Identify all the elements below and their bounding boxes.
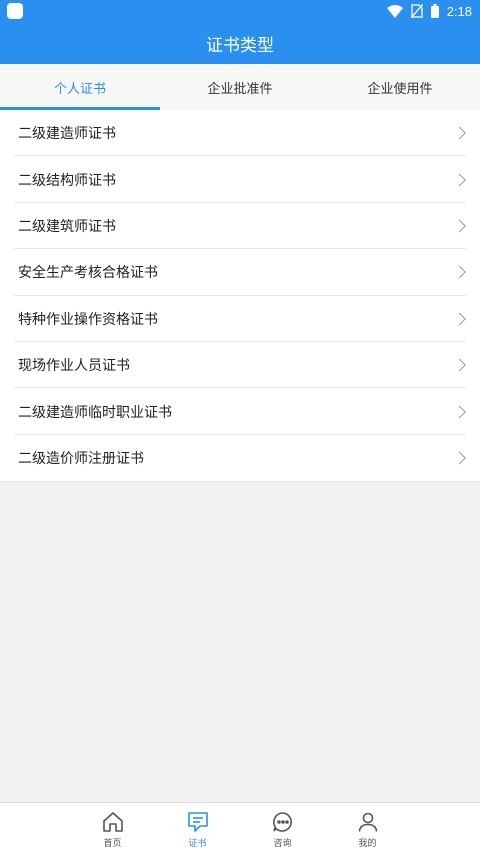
nav-label: 咨询	[273, 839, 292, 849]
nav-item-certificate[interactable]: 证书	[155, 803, 240, 854]
nav-label: 证书	[188, 839, 207, 849]
chat-icon	[272, 812, 292, 832]
chevron-right-icon	[453, 358, 466, 372]
status-bar: 2:18	[0, 0, 480, 22]
app-icon	[7, 3, 23, 19]
wifi-icon	[386, 4, 403, 18]
battery-icon	[430, 4, 439, 18]
bottom-nav: 首页 证书 咨询 我的	[0, 802, 480, 854]
list-item[interactable]: 二级建造师临时职业证书	[0, 388, 480, 436]
list-item-label: 二级结构师证书	[18, 172, 116, 189]
list-item[interactable]: 特种作业操作资格证书	[0, 296, 480, 343]
page-title: 证书类型	[0, 22, 480, 64]
list-item-label: 二级建筑师证书	[18, 218, 116, 235]
nav-item-consult[interactable]: 咨询	[240, 803, 325, 854]
status-icons: 2:18	[386, 0, 472, 22]
chevron-right-icon	[453, 126, 466, 140]
certificate-type-tabs: 个人证书 企业批准件 企业使用件	[0, 64, 480, 110]
list-item[interactable]: 二级建造师证书	[0, 110, 480, 157]
list-item-label: 特种作业操作资格证书	[18, 311, 158, 328]
list-item[interactable]: 二级建筑师证书	[0, 203, 480, 250]
list-item-label: 二级造价师注册证书	[18, 450, 144, 467]
list-item[interactable]: 二级造价师注册证书	[0, 435, 480, 481]
status-time: 2:18	[446, 3, 472, 19]
chevron-right-icon	[453, 312, 466, 326]
tab-enterprise-approval[interactable]: 企业批准件	[160, 64, 320, 110]
certificate-icon	[187, 812, 208, 832]
home-icon	[102, 812, 123, 832]
list-item-label: 安全生产考核合格证书	[18, 265, 158, 282]
chevron-right-icon	[453, 265, 466, 279]
certificate-list: 二级建造师证书 二级结构师证书 二级建筑师证书 安全生产考核合格证书 特种作业操…	[0, 110, 480, 483]
list-item[interactable]: 现场作业人员证书	[0, 342, 480, 389]
person-icon	[358, 812, 377, 832]
list-item[interactable]: 二级结构师证书	[0, 156, 480, 204]
tab-personal-certificate[interactable]: 个人证书	[0, 64, 160, 110]
nav-label: 首页	[103, 839, 122, 849]
chevron-right-icon	[453, 451, 466, 465]
chevron-right-icon	[453, 219, 466, 233]
list-item-label: 二级建造师证书	[18, 126, 116, 143]
nav-item-home[interactable]: 首页	[70, 803, 155, 854]
no-sim-icon	[410, 4, 423, 18]
chevron-right-icon	[453, 405, 466, 418]
tab-enterprise-usage[interactable]: 企业使用件	[320, 64, 480, 110]
nav-item-mine[interactable]: 我的	[325, 803, 410, 854]
list-item-label: 二级建造师临时职业证书	[18, 404, 172, 421]
list-item-label: 现场作业人员证书	[18, 358, 130, 375]
chevron-right-icon	[453, 173, 466, 186]
nav-label: 我的	[358, 839, 377, 849]
list-item[interactable]: 安全生产考核合格证书	[0, 249, 480, 296]
